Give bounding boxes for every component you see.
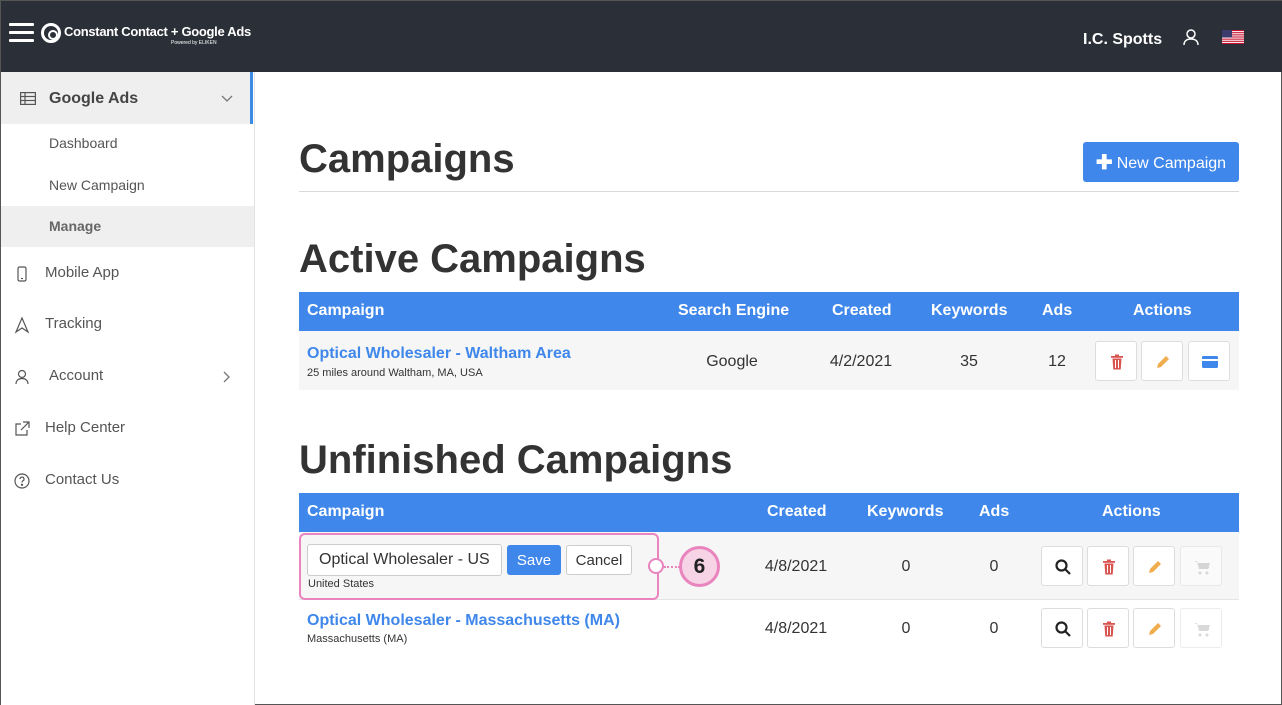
column-header-search-engine[interactable]: Search Engine <box>678 302 789 320</box>
search-icon <box>1055 559 1071 575</box>
column-header-created[interactable]: Created <box>832 302 892 320</box>
user-icon <box>15 369 29 385</box>
active-table-header: Campaign Search Engine Created Keywords … <box>299 292 1239 331</box>
phone-icon <box>17 266 27 282</box>
sidebar-item-help-center[interactable]: Help Center <box>1 414 254 444</box>
delete-button[interactable] <box>1087 546 1129 586</box>
new-campaign-button[interactable]: ✚ New Campaign <box>1083 142 1239 182</box>
title-divider <box>299 191 1239 192</box>
user-icon[interactable] <box>1183 29 1199 46</box>
unfinished-campaigns-title: Unfinished Campaigns <box>299 438 733 482</box>
column-header-ads[interactable]: Ads <box>1042 302 1072 320</box>
sidebar-item-label: Contact Us <box>45 471 120 488</box>
new-campaign-label: New Campaign <box>1116 154 1227 172</box>
delete-button[interactable] <box>1087 608 1129 648</box>
column-header-keywords[interactable]: Keywords <box>867 503 943 521</box>
ads-cell: 0 <box>989 558 999 575</box>
plus-icon: ✚ <box>1095 151 1113 174</box>
trash-icon <box>1103 559 1115 575</box>
cart-icon <box>1194 623 1210 637</box>
column-header-created[interactable]: Created <box>767 503 827 521</box>
user-name[interactable]: I.C. Spotts <box>1083 31 1162 49</box>
app-logo-text: Constant Contact + Google Ads <box>64 24 251 39</box>
trash-icon <box>1111 354 1123 370</box>
table-row: Optical Wholesaler - Waltham Area 25 mil… <box>299 331 1239 390</box>
constant-contact-logo-icon <box>41 23 61 43</box>
sidebar-item-label: Mobile App <box>45 264 120 281</box>
callout-step-number: 6 <box>679 546 720 587</box>
sidebar-item-manage-highlight <box>1 206 254 247</box>
external-link-icon <box>15 421 30 436</box>
campaign-location: Massachusetts (MA) <box>307 633 408 645</box>
keywords-cell: 0 <box>901 558 911 575</box>
ads-cell: 12 <box>1048 353 1066 370</box>
campaign-location: United States <box>308 578 375 590</box>
column-header-actions: Actions <box>1133 302 1192 319</box>
search-engine-cell: Google <box>706 353 758 370</box>
column-header-ads[interactable]: Ads <box>979 503 1009 521</box>
sidebar: Google Ads Dashboard New Campaign Manage… <box>1 72 255 705</box>
campaign-name-input[interactable] <box>307 544 502 576</box>
sidebar-section-label: Google Ads <box>49 90 139 107</box>
keywords-cell: 0 <box>901 620 911 637</box>
created-cell: 4/8/2021 <box>764 558 828 575</box>
sidebar-item-manage[interactable]: Manage <box>49 218 101 234</box>
cancel-button[interactable]: Cancel <box>566 545 632 575</box>
sidebar-section-google-ads[interactable]: Google Ads <box>1 72 253 124</box>
question-icon <box>14 473 30 489</box>
campaign-name-link[interactable]: Optical Wholesaler - Waltham Area <box>307 345 571 363</box>
column-header-actions: Actions <box>1102 503 1161 520</box>
column-header-campaign[interactable]: Campaign <box>307 503 384 521</box>
delete-button[interactable] <box>1095 341 1137 381</box>
page-title: Campaigns <box>299 137 515 181</box>
unfinished-table-header: Campaign Created Keywords Ads Actions <box>299 493 1239 532</box>
chevron-down-icon <box>221 95 233 102</box>
pencil-icon <box>1149 561 1161 573</box>
search-icon <box>1055 621 1071 637</box>
top-bar: Constant Contact + Google Ads Powered by… <box>1 1 1282 72</box>
edit-button[interactable] <box>1133 608 1175 648</box>
view-button[interactable] <box>1041 546 1083 586</box>
callout-connector <box>664 566 680 568</box>
keywords-cell: 35 <box>960 353 978 370</box>
rename-campaign-highlight: Save Cancel United States <box>299 533 659 600</box>
chevron-right-icon <box>223 371 230 383</box>
table-row: Optical Wholesaler - Massachusetts (MA) … <box>299 600 1239 658</box>
sidebar-item-account[interactable]: Account <box>1 362 254 392</box>
sidebar-item-contact-us[interactable]: Contact Us <box>1 466 254 496</box>
cart-icon <box>1194 561 1210 575</box>
credit-card-icon <box>1202 356 1218 368</box>
save-button[interactable]: Save <box>507 545 561 575</box>
ads-cell: 0 <box>989 620 999 637</box>
edit-button[interactable] <box>1141 341 1183 381</box>
sidebar-item-tracking[interactable]: Tracking <box>1 310 254 340</box>
edit-button[interactable] <box>1133 546 1175 586</box>
sidebar-item-dashboard[interactable]: Dashboard <box>49 135 118 151</box>
pencil-icon <box>1149 623 1161 635</box>
created-cell: 4/8/2021 <box>764 620 828 637</box>
trash-icon <box>1103 621 1115 637</box>
active-campaigns-title: Active Campaigns <box>299 237 646 281</box>
tracking-icon <box>14 316 30 334</box>
sidebar-item-new-campaign[interactable]: New Campaign <box>49 177 145 193</box>
sidebar-item-label: Account <box>49 367 104 384</box>
pencil-icon <box>1157 356 1169 368</box>
table-icon <box>20 92 36 105</box>
checkout-button[interactable] <box>1180 608 1222 648</box>
column-header-keywords[interactable]: Keywords <box>931 302 1007 320</box>
billing-button[interactable] <box>1188 341 1230 381</box>
created-cell: 4/2/2021 <box>829 353 893 370</box>
checkout-button[interactable] <box>1180 546 1222 586</box>
sidebar-item-label: Tracking <box>45 315 102 332</box>
sidebar-item-label: Help Center <box>45 419 126 436</box>
hamburger-menu-icon[interactable] <box>9 23 34 43</box>
campaign-location: 25 miles around Waltham, MA, USA <box>307 367 483 379</box>
callout-anchor <box>648 558 664 574</box>
powered-by-text: Powered by ELIKEN <box>171 40 217 46</box>
view-button[interactable] <box>1041 608 1083 648</box>
sidebar-item-mobile-app[interactable]: Mobile App <box>1 259 254 289</box>
column-header-campaign[interactable]: Campaign <box>307 302 384 320</box>
campaign-name-link[interactable]: Optical Wholesaler - Massachusetts (MA) <box>307 612 620 630</box>
us-flag-icon[interactable] <box>1222 30 1244 44</box>
